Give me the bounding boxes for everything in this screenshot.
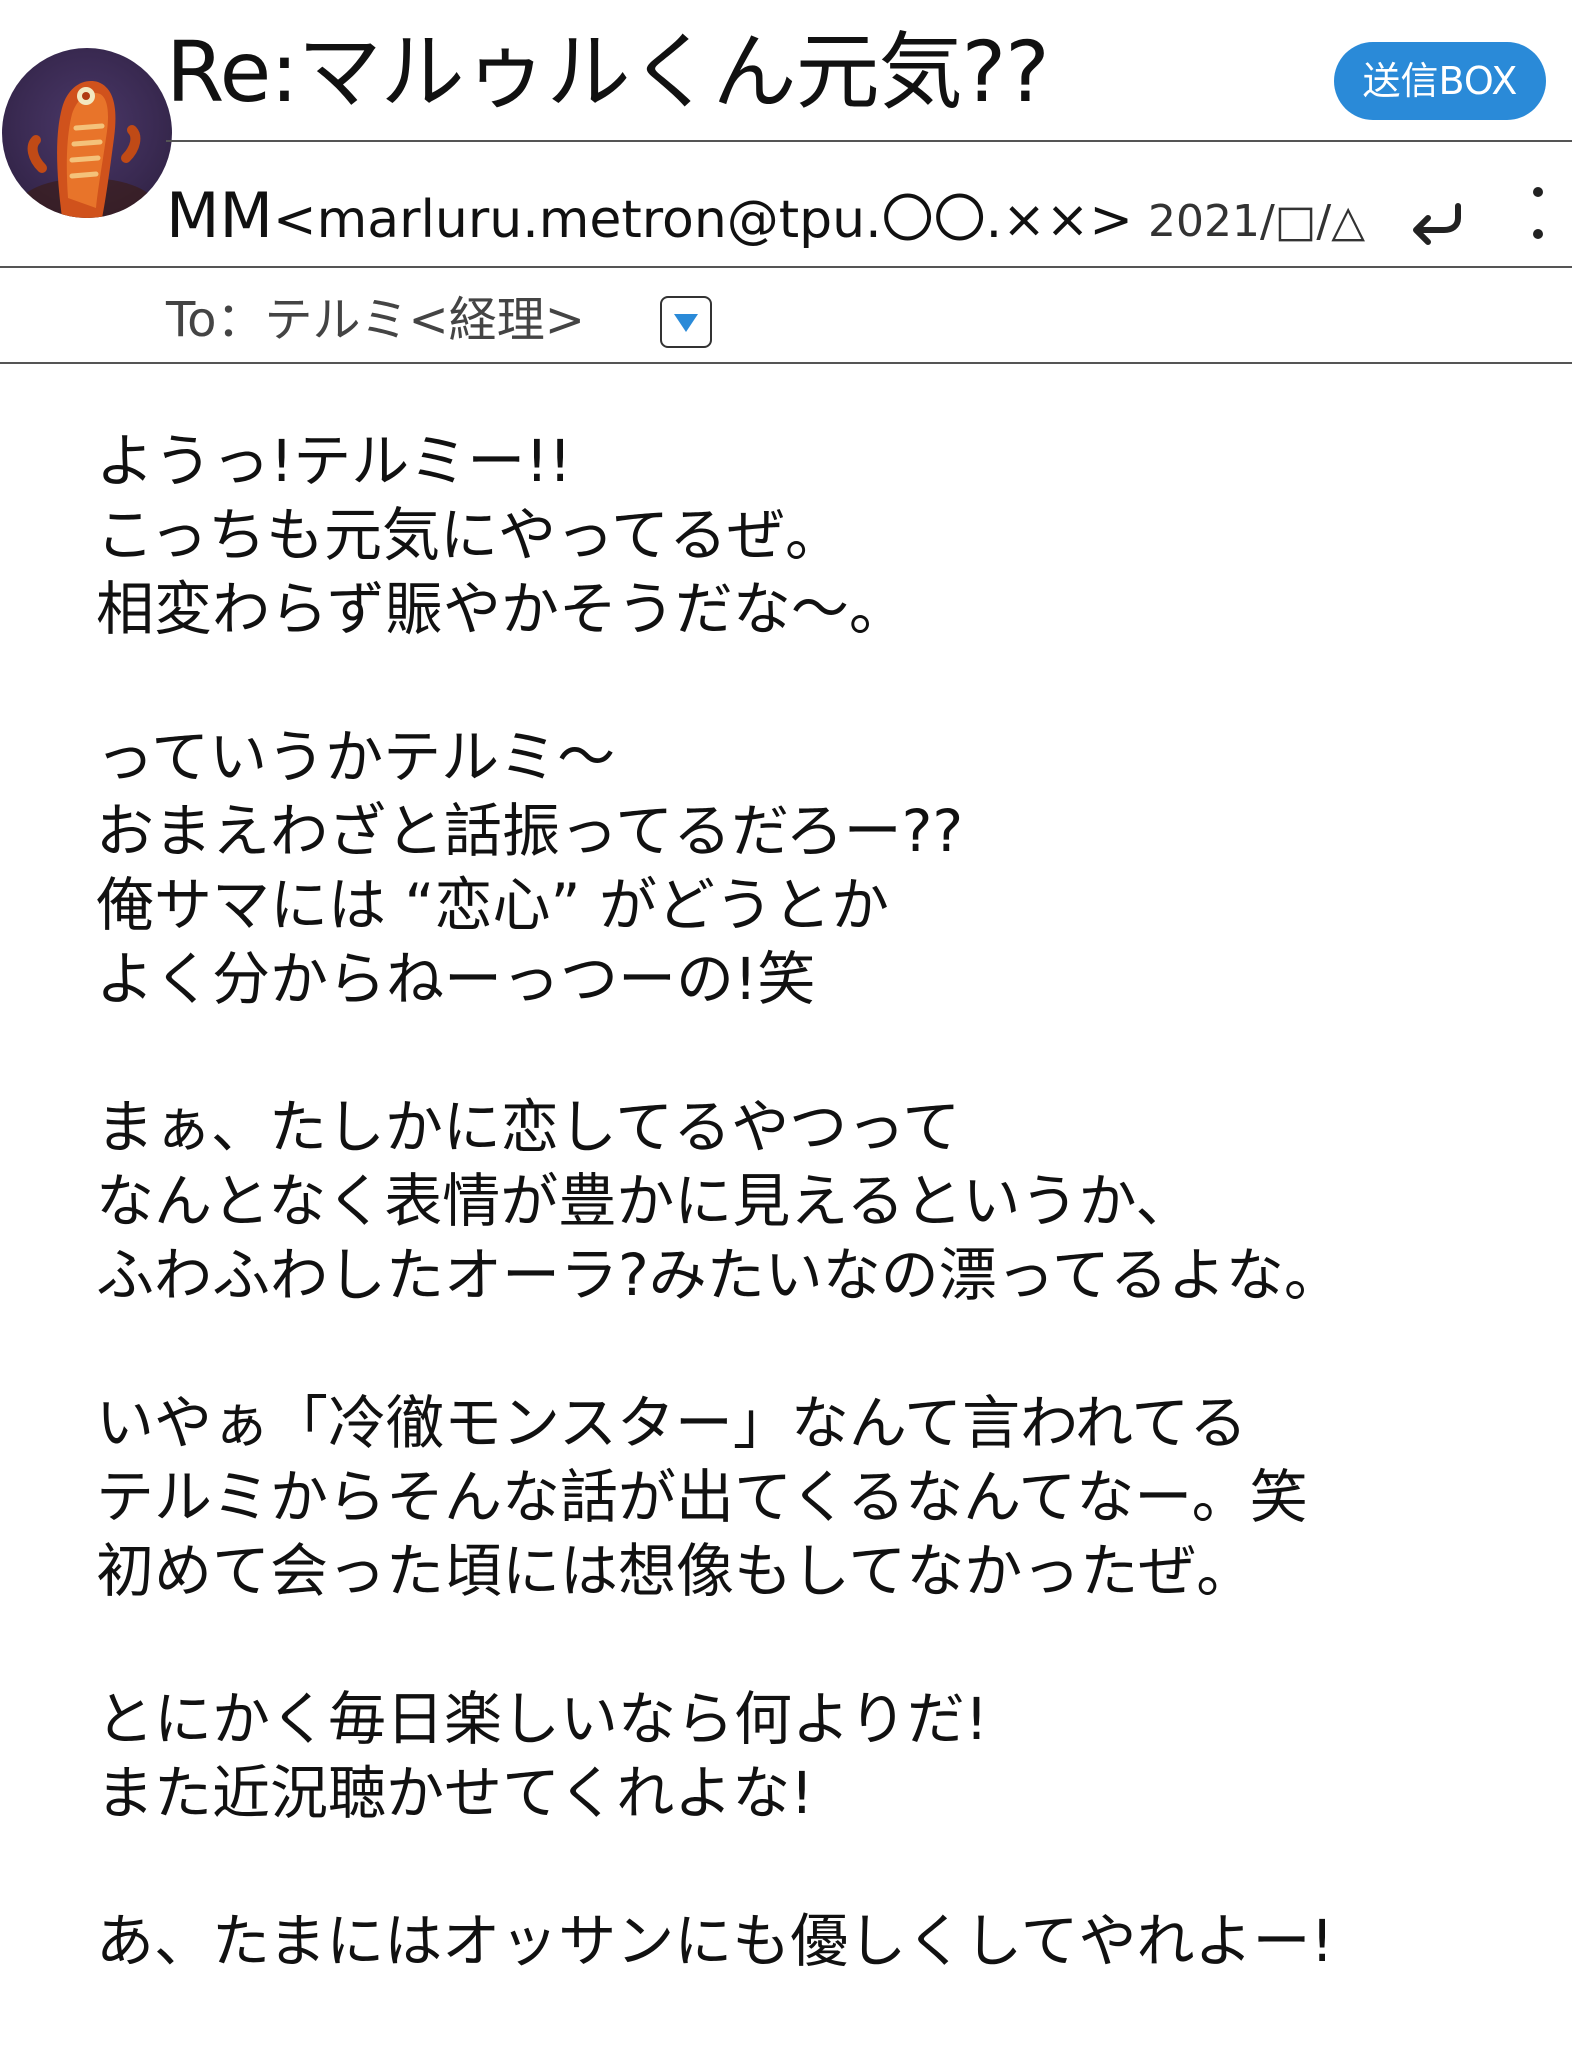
header-divider [166, 140, 1572, 142]
body-line: なんとなく表情が豊かに見えるというか、 [96, 1167, 1194, 1235]
body-line: よく分からねーっつーの!笑 [96, 945, 816, 1013]
sender-name: MM [166, 179, 273, 252]
expand-triangle-icon [674, 314, 698, 332]
body-line: テルミからそんな話が出てくるなんてなー。笑 [96, 1463, 1308, 1531]
body-paragraph-4: いやぁ「冷徹モンスター」なんて言われてる テルミからそんな話が出てくるなんてなー… [96, 1386, 1516, 1608]
reply-icon[interactable] [1406, 196, 1466, 248]
email-date: 2021/□/△ [1148, 196, 1366, 247]
body-line: ようっ!テルミー!! [96, 427, 572, 495]
avatar-image [17, 81, 157, 218]
body-line: いやぁ「冷徹モンスター」なんて言われてる [96, 1389, 1248, 1457]
body-line: まぁ、たしかに恋してるやつって [96, 1093, 961, 1161]
email-body: ようっ!テルミー!! こっちも元気にやってるぜ。 相変わらず賑やかそうだな〜。 … [96, 424, 1516, 2052]
body-line: ふわふわしたオーラ?みたいなの漂ってるよな。 [96, 1241, 1342, 1309]
more-vertical-icon[interactable] [1526, 184, 1550, 244]
email-subject: Re:マルゥルくん元気?? [166, 23, 1050, 121]
body-line: こっちも元気にやってるぜ。 [96, 501, 844, 569]
sender-line: MM<marluru.metron@tpu.〇〇.××> [166, 180, 1133, 256]
recipient-line: To：テルミ<経理> [166, 292, 585, 348]
body-line: 初めて会った頃には想像もしてなかったぜ。 [96, 1537, 1255, 1605]
body-line: おまえわざと話振ってるだろー?? [96, 797, 964, 865]
body-line: とにかく毎日楽しいなら何よりだ! [96, 1685, 989, 1753]
body-paragraph-2: っていうかテルミ〜 おまえわざと話振ってるだろー?? 俺サマには “恋心” がど… [96, 720, 1516, 1016]
body-line: 俺サマには “恋心” がどうとか [96, 871, 889, 939]
sender-avatar[interactable] [2, 48, 172, 218]
body-paragraph-6: あ、たまにはオッサンにも優しくしてやれよー! [96, 1904, 1516, 1978]
sender-divider [0, 266, 1572, 268]
body-line: あ、たまにはオッサンにも優しくしてやれよー! [96, 1907, 1334, 1975]
body-paragraph-1: ようっ!テルミー!! こっちも元気にやってるぜ。 相変わらず賑やかそうだな〜。 [96, 424, 1516, 646]
sender-address: <marluru.metron@tpu.〇〇.××> [273, 190, 1133, 250]
expand-recipients-button[interactable] [660, 296, 712, 348]
body-line: 相変わらず賑やかそうだな〜。 [96, 575, 907, 643]
body-line: また近況聴かせてくれよな! [96, 1759, 814, 1827]
send-box-button[interactable]: 送信BOX [1334, 42, 1546, 120]
body-line: っていうかテルミ〜 [96, 723, 616, 791]
recipient-divider [0, 362, 1572, 364]
body-paragraph-5: とにかく毎日楽しいなら何よりだ! また近況聴かせてくれよな! [96, 1682, 1516, 1830]
body-paragraph-3: まぁ、たしかに恋してるやつって なんとなく表情が豊かに見えるというか、 ふわふわ… [96, 1090, 1516, 1312]
